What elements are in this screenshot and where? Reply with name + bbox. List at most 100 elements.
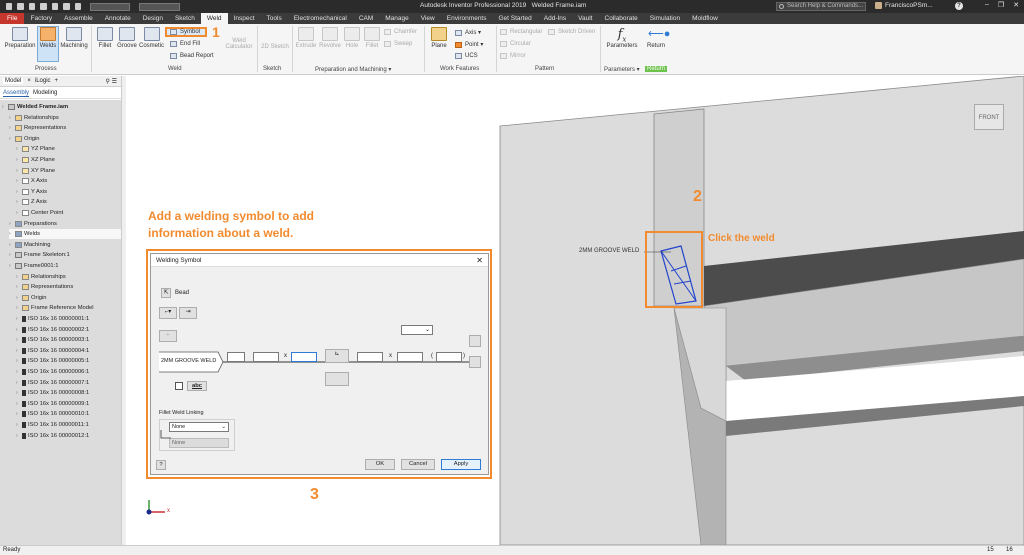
tail-toggle-button[interactable] (469, 356, 481, 368)
tree-item[interactable]: › Machining (9, 240, 50, 250)
save-icon[interactable] (40, 3, 47, 10)
ucs-button[interactable]: UCS (455, 53, 478, 59)
rectangular-pattern-button[interactable]: Rectangular (500, 29, 542, 35)
plane-button[interactable]: Plane (427, 27, 451, 49)
tab-vault[interactable]: Vault (572, 13, 598, 24)
groove-weld-button[interactable]: Groove (116, 27, 138, 49)
tree-item[interactable]: › XY Plane (16, 166, 55, 176)
circular-pattern-button[interactable]: Circular (500, 41, 531, 47)
tree-item[interactable]: › ISO 16x 16 00000009:1 (16, 399, 89, 409)
tab-file[interactable]: File (0, 13, 25, 24)
add-symbol-button[interactable]: + (159, 330, 177, 342)
ok-button[interactable]: OK (365, 459, 395, 470)
expand-chevron-icon[interactable]: › (16, 422, 20, 428)
tree-item[interactable]: › Frame Skeleton:1 (9, 250, 70, 260)
tab-add-ins[interactable]: Add-Ins (538, 13, 572, 24)
tab-moldflow[interactable]: Moldflow (686, 13, 724, 24)
expand-chevron-icon[interactable]: › (16, 369, 20, 375)
tree-item[interactable]: › Center Point (16, 208, 63, 218)
close-tab-icon[interactable]: × (27, 78, 31, 84)
minimize-icon[interactable]: – (985, 1, 989, 9)
tree-item[interactable]: › Z Axis (16, 197, 47, 207)
tab-annotate[interactable]: Annotate (99, 13, 137, 24)
tab-manage[interactable]: Manage (379, 13, 415, 24)
redo-icon[interactable] (63, 3, 70, 10)
search-icon[interactable]: ⚲ ☰ (106, 78, 117, 85)
expand-chevron-icon[interactable]: › (16, 337, 20, 343)
undo-icon[interactable] (51, 3, 59, 10)
expand-chevron-icon[interactable]: › (16, 274, 20, 280)
close-icon[interactable]: ✕ (1013, 1, 1019, 9)
tab-view[interactable]: View (415, 13, 441, 24)
tree-item[interactable]: › Welded Frame.iam (2, 102, 68, 112)
point-button[interactable]: Point ▾ (455, 41, 483, 48)
expand-chevron-icon[interactable]: › (16, 157, 20, 163)
restore-icon[interactable]: ❐ (998, 1, 1004, 9)
tab-assemble[interactable]: Assemble (58, 13, 99, 24)
symbol-button[interactable]: Symbol (170, 29, 200, 35)
tree-item[interactable]: › ISO 16x 16 00000002:1 (16, 325, 89, 335)
welds-button[interactable]: Welds (37, 26, 59, 62)
tab-environments[interactable]: Environments (441, 13, 493, 24)
tree-item[interactable]: › X Axis (16, 176, 47, 186)
axis-button[interactable]: Axis ▾ (455, 29, 481, 36)
expand-chevron-icon[interactable]: › (16, 401, 20, 407)
end-fill-button[interactable]: End Fill (170, 41, 200, 47)
size-field[interactable] (253, 352, 279, 362)
tab-simulation[interactable]: Simulation (644, 13, 686, 24)
prefix-field[interactable] (227, 352, 245, 362)
add-tab-icon[interactable]: + (55, 78, 59, 84)
tree-item[interactable]: › ISO 16x 16 00000007:1 (16, 378, 89, 388)
arrow-side-button[interactable]: ⇥ (179, 307, 197, 319)
expand-chevron-icon[interactable]: › (16, 358, 20, 364)
expand-chevron-icon[interactable]: › (16, 305, 20, 311)
tab-electromechanical[interactable]: Electromechanical (288, 13, 353, 24)
help-icon[interactable]: ? (955, 2, 963, 10)
weld-type-button[interactable]: ⊾ (325, 349, 349, 363)
expand-chevron-icon[interactable]: › (9, 125, 13, 131)
expand-chevron-icon[interactable]: › (16, 411, 20, 417)
tree-item[interactable]: › Relationships (9, 113, 59, 123)
pitch-field[interactable] (357, 352, 383, 362)
help-icon[interactable]: ? (156, 460, 166, 470)
tree-item[interactable]: › YZ Plane (16, 144, 55, 154)
expand-chevron-icon[interactable]: › (16, 178, 20, 184)
select-icon[interactable] (74, 3, 81, 10)
expand-chevron-icon[interactable]: › (16, 199, 20, 205)
expand-chevron-icon[interactable]: › (16, 210, 20, 216)
tree-item[interactable]: › Relationships (16, 272, 66, 282)
tab-ilogic[interactable]: iLogic (35, 78, 51, 84)
expand-chevron-icon[interactable]: › (16, 327, 20, 333)
parameters-group-label[interactable]: Parameters ▾ (604, 66, 640, 73)
expand-chevron-icon[interactable]: › (16, 433, 20, 439)
expand-chevron-icon[interactable]: › (16, 380, 20, 386)
tail-checkbox[interactable] (175, 382, 183, 390)
2d-sketch-button[interactable]: 2D Sketch (260, 44, 290, 50)
tree-item[interactable]: › ISO 16x 16 00000008:1 (16, 388, 89, 398)
sketch-driven-pattern-button[interactable]: Sketch Driven (548, 29, 595, 35)
tree-item[interactable]: › ISO 16x 16 00000006:1 (16, 367, 89, 377)
tree-item[interactable]: › Preparations (9, 219, 57, 229)
tree-item[interactable]: › Origin (16, 293, 46, 303)
tab-assembly[interactable]: Assembly (3, 90, 30, 97)
tab-model[interactable]: Model (3, 78, 24, 84)
bead-select-button[interactable]: ⇱ (161, 288, 171, 298)
appearance-dropdown[interactable] (139, 2, 181, 11)
cosmetic-weld-button[interactable]: Cosmetic (138, 27, 165, 49)
user-account[interactable]: FranciscoPSm... (875, 2, 933, 9)
extrude-button[interactable]: Extrude (294, 27, 318, 49)
tail-text-button[interactable]: abc (187, 381, 207, 391)
quantity-field[interactable] (436, 352, 462, 362)
return-button[interactable]: ⟵● Return (642, 27, 670, 49)
material-dropdown[interactable] (89, 2, 131, 11)
expand-chevron-icon[interactable]: › (9, 263, 13, 269)
tab-sketch[interactable]: Sketch (169, 13, 201, 24)
graphics-viewport[interactable]: FRONT 2 2MM GROOVE WELD Click the weld A… (126, 76, 1024, 545)
preparation-button[interactable]: Preparation (3, 27, 37, 49)
tree-item[interactable]: › Welds (9, 229, 130, 240)
tree-item[interactable]: › XZ Plane (16, 155, 55, 165)
tab-factory[interactable]: Factory (24, 13, 58, 24)
tail-dropdown[interactable]: ⌄ (401, 325, 433, 335)
tab-modeling[interactable]: Modeling (33, 90, 57, 96)
dialog-close-icon[interactable]: ✕ (476, 254, 483, 267)
